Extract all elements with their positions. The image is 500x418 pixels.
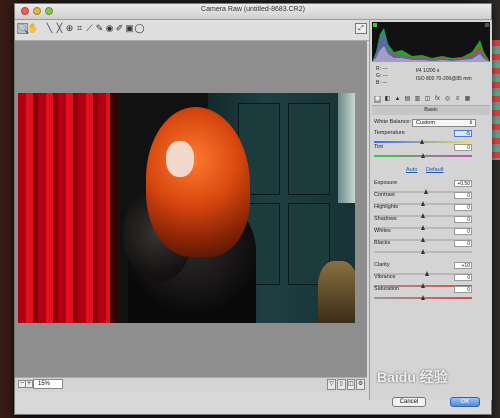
photo-face	[166, 141, 194, 177]
slider-value-field[interactable]: +0.50	[454, 180, 472, 187]
slider-value-field[interactable]: 0	[454, 228, 472, 235]
aperture-shutter: f/4 1/200 s	[416, 68, 440, 74]
slider-label: Temperature	[374, 130, 405, 136]
slider-label: Exposure	[374, 180, 398, 186]
photo-window-light	[338, 93, 355, 203]
slider-value-field[interactable]: 0	[454, 192, 472, 199]
effects-tab-icon[interactable]: fx	[434, 96, 441, 103]
slider-value-field[interactable]: 0	[454, 274, 472, 281]
fullscreen-icon[interactable]: ⤢	[355, 23, 367, 34]
settings-icon[interactable]: ⚙	[356, 379, 365, 390]
preview-canvas[interactable]	[15, 41, 367, 377]
slider-label: Saturation	[374, 286, 400, 292]
basic-tab-icon[interactable]: ◉	[374, 96, 381, 103]
slider-label: Tint	[374, 144, 383, 150]
lens-tab-icon[interactable]: ◫	[424, 96, 431, 103]
split-view-icon[interactable]: ◫	[346, 379, 356, 390]
radial-filter-icon[interactable]: ◯	[134, 23, 145, 34]
door-panel	[288, 103, 330, 195]
default-link[interactable]: Default	[426, 167, 443, 173]
slider-thumb[interactable]	[420, 153, 425, 158]
white-balance-select[interactable]: Custom ⇕	[412, 119, 476, 127]
slider-value-field[interactable]: +10	[454, 262, 472, 269]
slider-label: Blacks	[374, 240, 391, 246]
auto-default-row: Auto Default	[374, 167, 488, 175]
slider-value-field[interactable]: 0	[454, 204, 472, 211]
photo-curtain	[18, 93, 116, 323]
histogram-graph	[372, 23, 490, 62]
hsl-tab-icon[interactable]: ▤	[404, 96, 411, 103]
cancel-button[interactable]: Cancel	[392, 397, 426, 407]
slider-label: Contrast	[374, 192, 395, 198]
readout-g: G: ---	[376, 73, 388, 79]
white-balance-value: Custom	[416, 120, 435, 126]
ok-button[interactable]: OK	[450, 397, 480, 407]
shadow-clipping-indicator[interactable]	[373, 23, 377, 27]
photo-preview	[18, 93, 355, 323]
section-title: Basic	[372, 106, 490, 115]
slider-label: Shadows	[374, 216, 397, 222]
exif-info: R: --- G: --- B: --- f/4 1/200 s ISO 800…	[372, 64, 490, 94]
hand-icon[interactable]: ✋	[27, 23, 38, 34]
slider-label: Vibrance	[374, 274, 396, 280]
zoom-level-field[interactable]: 15%	[33, 379, 63, 389]
window-title: Camera Raw (untitled-8683.CR2)	[201, 6, 305, 13]
slider-blacks: Blacks 0	[374, 240, 488, 256]
detail-tab-icon[interactable]: ▲	[394, 96, 401, 103]
highlight-clipping-indicator[interactable]	[485, 23, 489, 27]
auto-link[interactable]: Auto	[406, 167, 417, 173]
white-balance-label: White Balance:	[374, 119, 411, 125]
white-balance-row: White Balance: Custom ⇕	[374, 119, 488, 128]
panel-tabs: ◉ ◧ ▲ ▤ ▥ ◫ fx ◎ ≡ ▦	[372, 95, 490, 106]
filter-icon[interactable]: ▽	[327, 379, 336, 390]
slider-tint: Tint 0	[374, 144, 488, 160]
slider-value-field[interactable]: 0	[454, 216, 472, 223]
zoom-in-button[interactable]: +	[25, 380, 33, 388]
snapshots-tab-icon[interactable]: ▦	[464, 96, 471, 103]
slider-label: Highlights	[374, 204, 399, 210]
photo-lamp	[318, 261, 355, 323]
view-mode-icons: ▽ ▯ ◫ ⚙	[327, 379, 365, 390]
before-after-icon[interactable]: ▯	[336, 379, 346, 390]
slider-value-field[interactable]: 0	[454, 286, 472, 293]
adjustments-panel: R: --- G: --- B: --- f/4 1/200 s ISO 800…	[369, 20, 492, 400]
tone-curve-tab-icon[interactable]: ◧	[384, 96, 391, 103]
slider-label: Whites	[374, 228, 391, 234]
split-toning-tab-icon[interactable]: ▥	[414, 96, 421, 103]
photo-curtain-edge	[110, 93, 118, 323]
slider-thumb[interactable]	[420, 249, 425, 254]
status-bar: − + 15% ▽ ▯ ◫ ⚙	[15, 377, 367, 392]
readout-b: B: ---	[376, 80, 388, 86]
slider-value-field[interactable]: -5	[454, 130, 472, 137]
iso-lens: ISO 800 70-200@85 mm	[416, 76, 472, 82]
title-bar: Camera Raw (untitled-8683.CR2)	[15, 4, 491, 20]
watermark-logo: Baidu 经验	[377, 369, 448, 385]
chevron-down-icon: ⇕	[468, 120, 473, 126]
slider-thumb[interactable]	[420, 295, 425, 300]
slider-value-field[interactable]: 0	[454, 240, 472, 247]
readout-r: R: ---	[376, 66, 388, 72]
slider-label: Clarity	[374, 262, 390, 268]
presets-tab-icon[interactable]: ≡	[454, 96, 461, 103]
slider-saturation: Saturation 0	[374, 286, 488, 302]
camera-raw-window: Camera Raw (untitled-8683.CR2) ⤢ 🔍 ✋ ╲ ╳ ⊕ ⌗ ⟋…	[14, 3, 492, 415]
slider-value-field[interactable]: 0	[454, 144, 472, 151]
camera-calibration-tab-icon[interactable]: ◎	[444, 96, 451, 103]
histogram	[372, 22, 490, 62]
